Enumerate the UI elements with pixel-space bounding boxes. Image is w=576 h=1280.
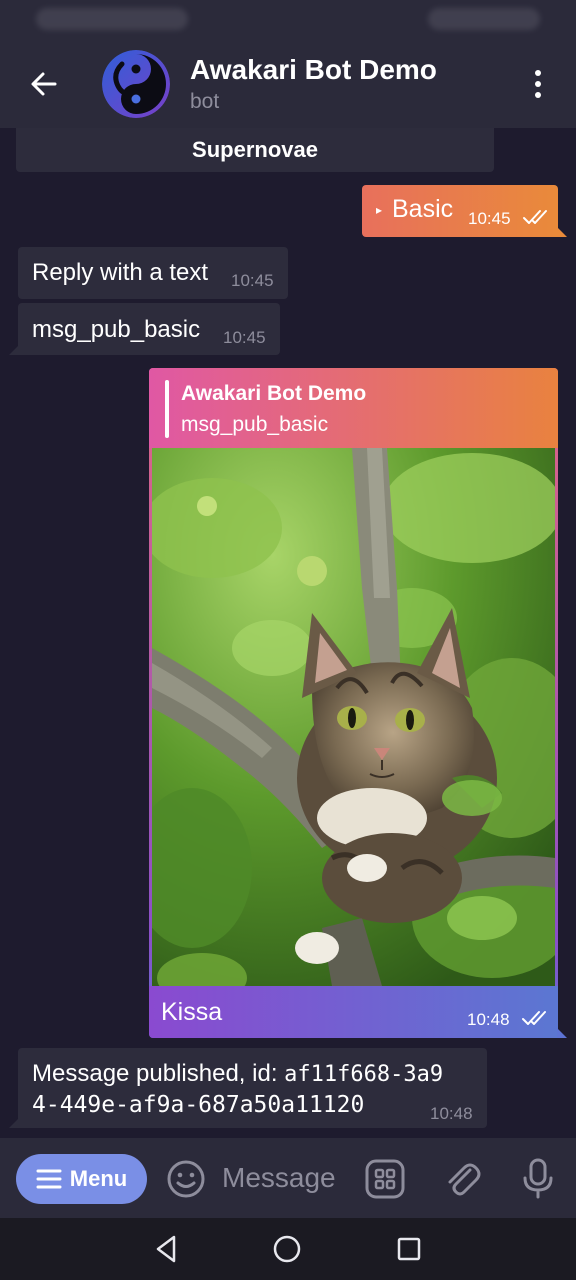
- message-input-bar: Menu: [0, 1138, 576, 1218]
- message-text: Message published, id:: [32, 1060, 285, 1087]
- more-vertical-icon: [535, 70, 541, 76]
- bot-menu-button[interactable]: Menu: [16, 1154, 147, 1204]
- incoming-message[interactable]: msg_pub_basic 10:45: [9, 303, 280, 355]
- menu-label: Menu: [69, 1166, 128, 1191]
- nav-recents-button[interactable]: [392, 1232, 426, 1266]
- chat-header: Awakari Bot Demo bot: [0, 40, 576, 128]
- message-time: 10:48: [467, 1010, 510, 1029]
- chat-title[interactable]: Awakari Bot Demo: [190, 54, 437, 86]
- yin-yang-logo: [102, 50, 170, 118]
- message-text: Reply with a text: [32, 259, 209, 286]
- bubble-tail: [9, 1118, 19, 1128]
- back-button[interactable]: [22, 62, 66, 106]
- nav-back-button[interactable]: [150, 1232, 184, 1266]
- chat-subtitle: bot: [190, 90, 220, 113]
- square-recents-icon: [397, 1237, 421, 1261]
- apps-grid-icon: [365, 1159, 405, 1199]
- photo-caption: Kissa: [161, 998, 223, 1026]
- caption-bar: Kissa 10:48: [149, 986, 558, 1038]
- nav-home-button[interactable]: [270, 1232, 304, 1266]
- incoming-message[interactable]: Message published, id: af11f668-3a9 4-44…: [9, 1048, 487, 1128]
- more-options-button[interactable]: [518, 64, 558, 104]
- message-text-line1: Message published, id: af11f668-3a9: [32, 1060, 443, 1088]
- emoji-icon: [167, 1160, 205, 1198]
- message-prefix: ▸: [376, 203, 383, 217]
- arrow-left-icon: [31, 72, 57, 96]
- message-time: 10:48: [430, 1104, 473, 1123]
- status-icons-right: [428, 8, 540, 30]
- attach-button[interactable]: [440, 1156, 484, 1200]
- message-time: 10:45: [231, 271, 274, 290]
- message-id-part1[interactable]: af11f668-3a9: [284, 1062, 443, 1087]
- triangle-back-icon: [156, 1235, 176, 1263]
- message-time: 10:45: [223, 328, 266, 347]
- reply-sender: Awakari Bot Demo: [181, 382, 367, 405]
- bubble-tail: [557, 227, 567, 237]
- message-text: msg_pub_basic: [32, 316, 201, 343]
- message-list[interactable]: Supernovae ▸ Basic 10:45 Reply with a te…: [0, 128, 576, 1138]
- reply-bar: [165, 380, 169, 438]
- microphone-icon: [523, 1158, 553, 1199]
- message-id-part2[interactable]: 4-449e-af9a-687a50a11120: [32, 1092, 364, 1118]
- cat-in-tree-photo: [152, 448, 555, 986]
- double-check-icon: [523, 210, 547, 224]
- message-input[interactable]: [222, 1158, 352, 1198]
- double-check-icon: [522, 1011, 546, 1025]
- reply-preview[interactable]: Awakari Bot Demo msg_pub_basic: [149, 368, 558, 448]
- inline-button-label: Supernovae: [192, 137, 318, 162]
- status-bar: [0, 0, 576, 40]
- avatar[interactable]: [102, 50, 170, 118]
- microphone-button[interactable]: [516, 1156, 560, 1200]
- system-navigation-bar: [0, 1218, 576, 1280]
- outgoing-photo-message[interactable]: Awakari Bot Demo msg_pub_basic Kissa 10:…: [149, 368, 567, 1038]
- photo[interactable]: [152, 448, 555, 986]
- status-icons-left: [36, 8, 188, 30]
- message-time: 10:45: [468, 209, 511, 228]
- reply-text: msg_pub_basic: [181, 413, 329, 436]
- paperclip-icon: [448, 1163, 481, 1196]
- outgoing-message[interactable]: ▸ Basic 10:45: [362, 185, 567, 237]
- incoming-message[interactable]: Reply with a text 10:45: [18, 247, 288, 299]
- inline-keyboard-button[interactable]: Supernovae: [16, 128, 494, 172]
- emoji-button[interactable]: [164, 1157, 208, 1201]
- bubble-tail: [9, 345, 19, 355]
- apps-button[interactable]: [364, 1158, 406, 1200]
- circle-home-icon: [273, 1235, 301, 1263]
- menu-lines-icon: [36, 1169, 62, 1189]
- message-text: Basic: [392, 195, 454, 223]
- bubble-tail: [557, 1028, 567, 1038]
